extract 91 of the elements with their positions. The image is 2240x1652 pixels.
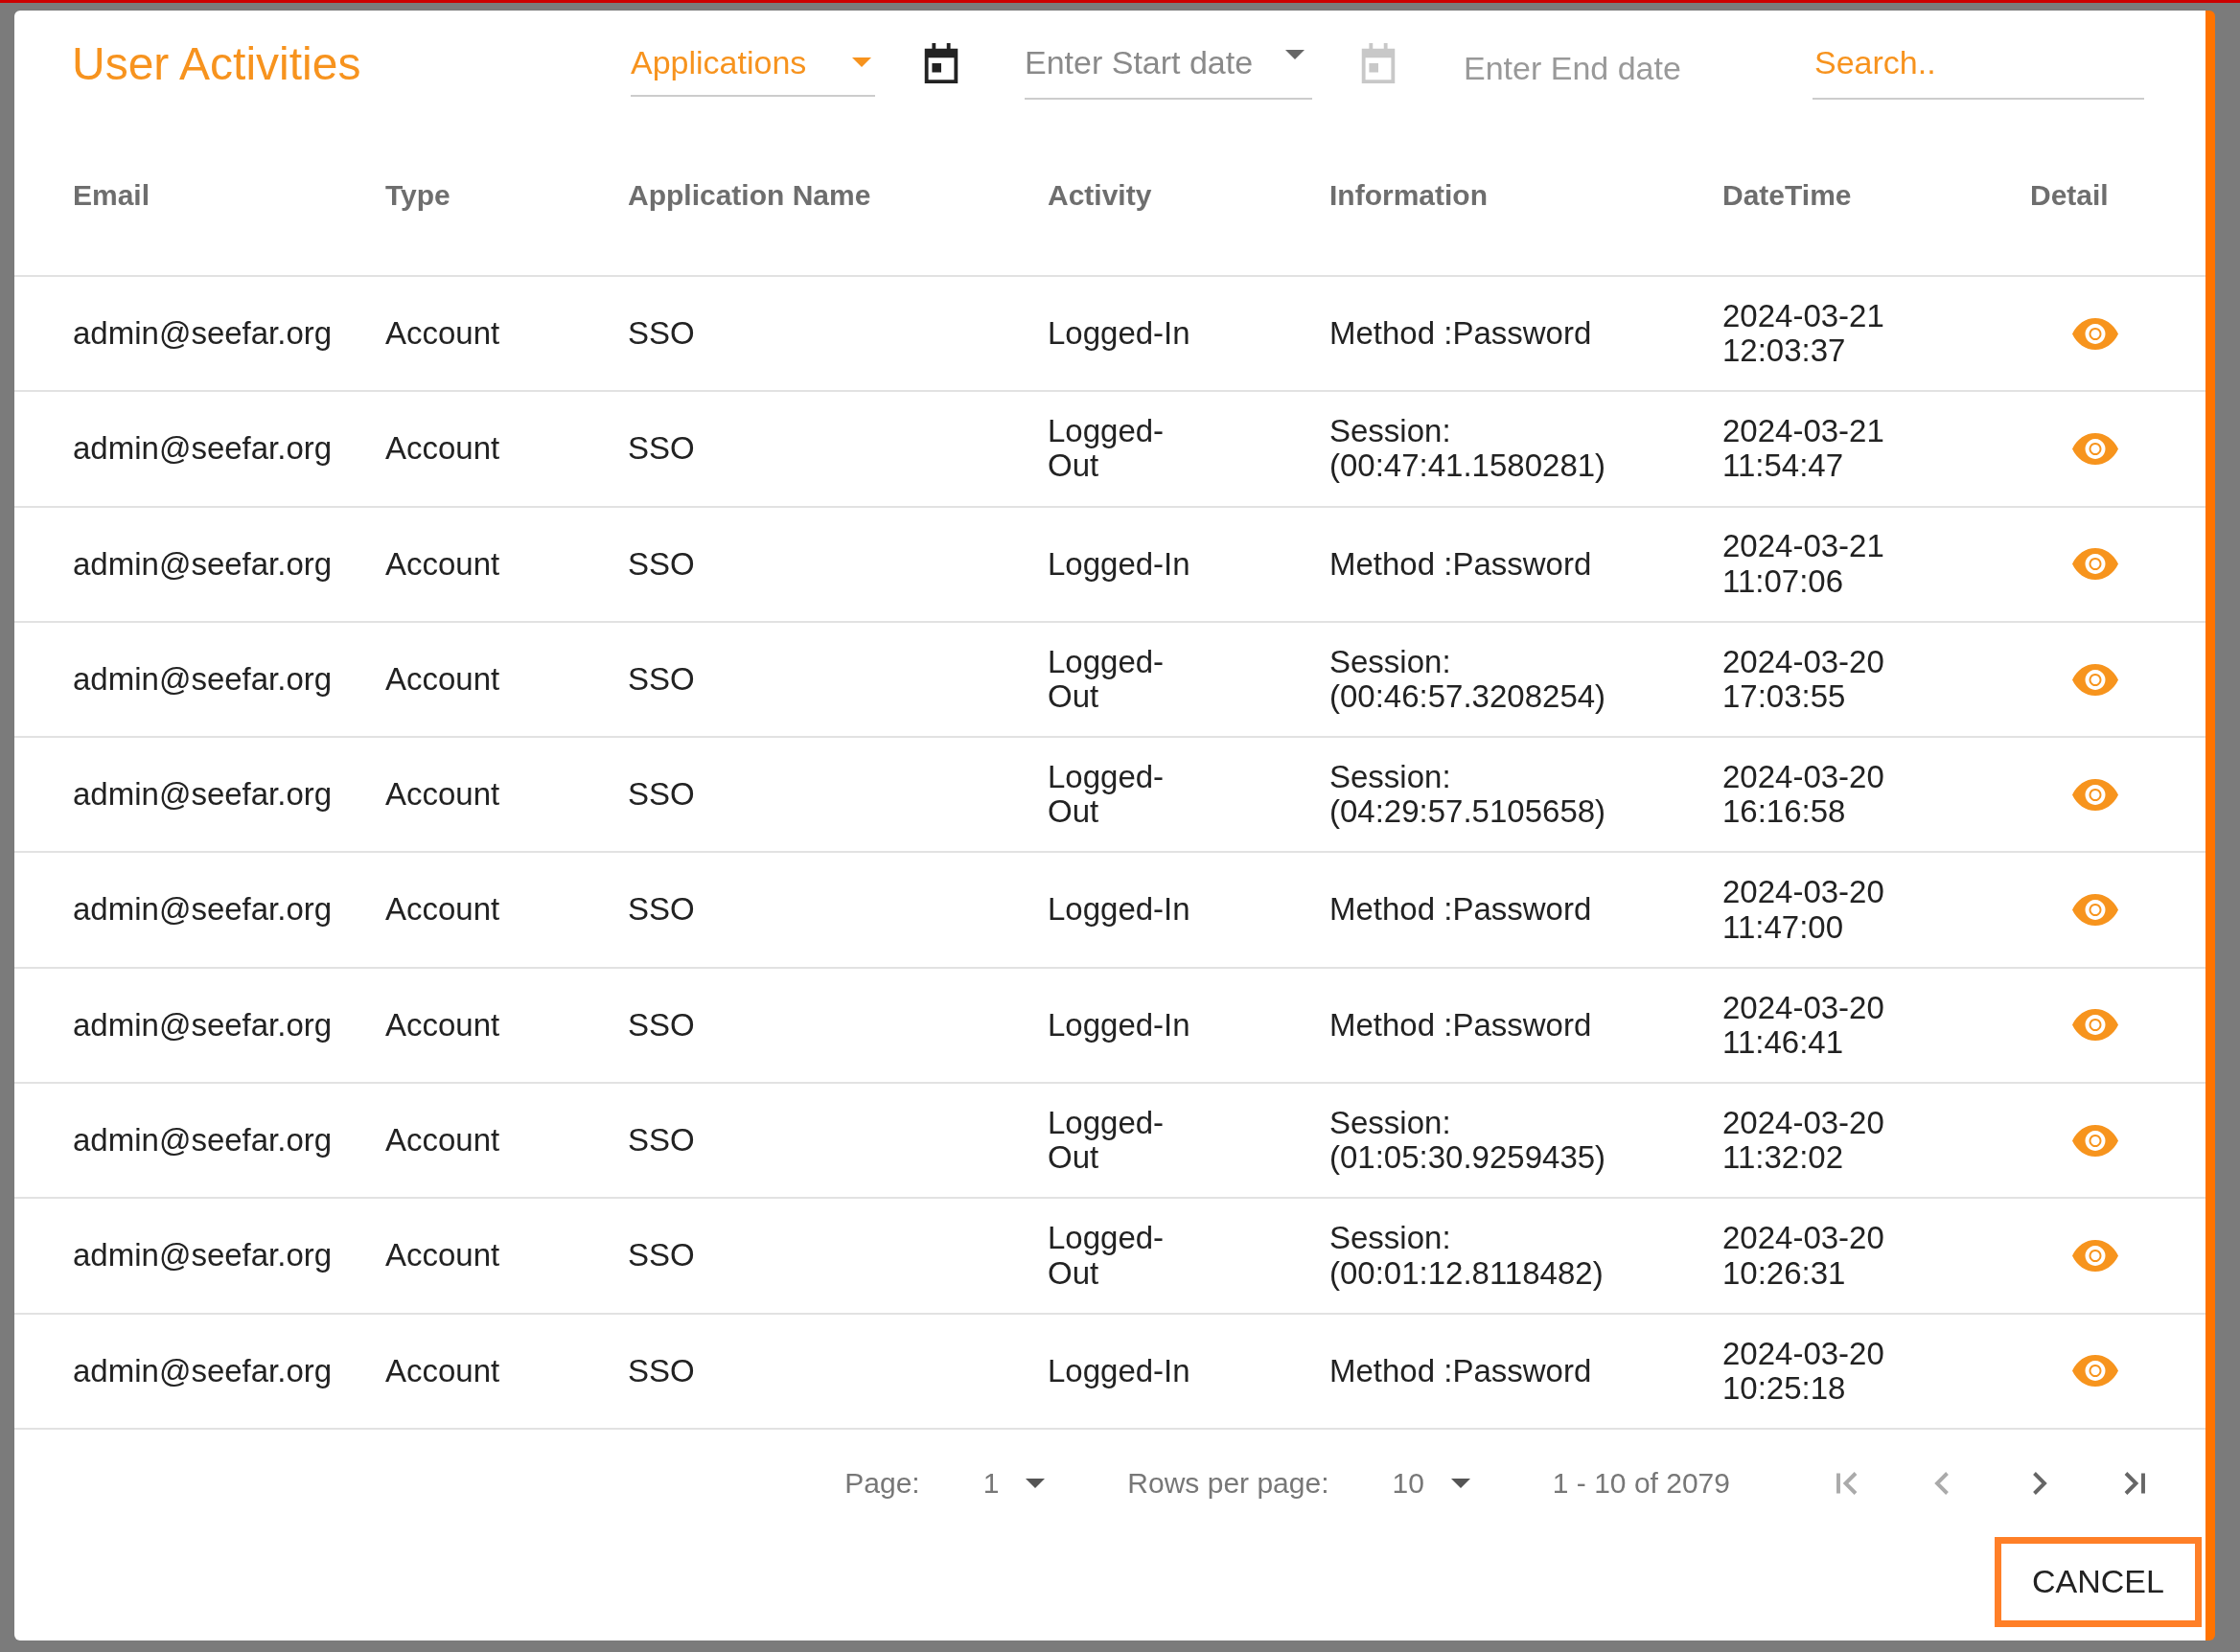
column-header: Detail bbox=[2030, 179, 2110, 212]
table-cell-text: Method :Password bbox=[1329, 316, 1593, 352]
rows-per-page-label: Rows per page: bbox=[1127, 1466, 1329, 1500]
eye-icon[interactable] bbox=[2072, 1355, 2118, 1388]
page-range: 1 - 10 of 2079 bbox=[1552, 1466, 1730, 1500]
table-cell-text: admin@seefar.org bbox=[73, 431, 334, 467]
caret-icon bbox=[852, 57, 871, 67]
table-cell-text: SSO bbox=[628, 892, 696, 928]
column-header: DateTime bbox=[1722, 179, 1853, 212]
table-cell-text: admin@seefar.org bbox=[73, 546, 334, 582]
table-cell-text: 2024-03-20 10:26:31 bbox=[1722, 1221, 1885, 1291]
table-cell-text: 2024-03-21 11:54:47 bbox=[1722, 414, 1885, 484]
table-cell-text: admin@seefar.org bbox=[73, 892, 334, 928]
application-select[interactable]: Applications bbox=[631, 30, 875, 97]
cancel-button[interactable]: CANCEL bbox=[1995, 1536, 2202, 1627]
table-cell-text: 2024-03-20 10:25:18 bbox=[1722, 1336, 1885, 1407]
eye-icon[interactable] bbox=[2072, 1009, 2118, 1042]
table-cell-text: Session: (00:01:12.8118482) bbox=[1329, 1221, 1605, 1291]
page-select[interactable]: 1 bbox=[982, 1466, 1046, 1500]
table-cell-text: SSO bbox=[628, 777, 696, 813]
table-cell-text: SSO bbox=[628, 1353, 696, 1388]
table-cell-text: Account bbox=[385, 546, 501, 582]
table-cell-text: SSO bbox=[628, 1123, 696, 1159]
table-cell-text: Method :Password bbox=[1329, 546, 1593, 582]
table-cell-text: Logged-Out bbox=[1048, 644, 1166, 715]
table-cell-text: Session: (01:05:30.9259435) bbox=[1329, 1105, 1607, 1176]
table-cell-text: Account bbox=[385, 1238, 501, 1273]
table-cell-text: Logged-In bbox=[1048, 1007, 1191, 1044]
table-cell-text: Session: (00:47:41.1580281) bbox=[1329, 414, 1607, 484]
table-cell-text: Account bbox=[385, 1123, 501, 1159]
column-header: Application Name bbox=[628, 179, 872, 212]
table-cell-text: SSO bbox=[628, 661, 696, 698]
search-field[interactable]: Search.. bbox=[1813, 27, 2144, 100]
table-cell-text: Logged-In bbox=[1048, 546, 1191, 582]
table-cell-text: SSO bbox=[628, 546, 696, 582]
start-date-field[interactable]: Enter Start date bbox=[1025, 27, 1312, 100]
table-cell-text: admin@seefar.org bbox=[73, 1353, 334, 1388]
table-cell-text: Session: (00:46:57.3208254) bbox=[1329, 644, 1607, 715]
dialog-title: User Activities bbox=[72, 36, 362, 90]
table-cell-text: SSO bbox=[628, 431, 696, 467]
column-header: Email bbox=[73, 179, 151, 212]
table-cell-text: admin@seefar.org bbox=[73, 777, 334, 813]
eye-icon[interactable] bbox=[2072, 1240, 2118, 1272]
table-cell-text: admin@seefar.org bbox=[73, 661, 334, 698]
table-cell-text: admin@seefar.org bbox=[73, 1123, 334, 1159]
table-cell-text: Method :Password bbox=[1329, 892, 1593, 928]
table-cell-text: Account bbox=[385, 316, 501, 352]
table-cell-text: admin@seefar.org bbox=[73, 1007, 334, 1044]
eye-icon[interactable] bbox=[2072, 778, 2118, 811]
eye-icon[interactable] bbox=[2072, 663, 2118, 696]
table-cell-text: Account bbox=[385, 892, 501, 928]
column-header: Activity bbox=[1048, 179, 1153, 212]
column-header: Information bbox=[1329, 179, 1489, 212]
table-cell-text: Account bbox=[385, 661, 501, 698]
caret-icon bbox=[1450, 1478, 1470, 1488]
table-cell-text: 2024-03-20 17:03:55 bbox=[1722, 644, 1885, 715]
table-cell-text: admin@seefar.org bbox=[73, 316, 334, 352]
table-cell-text: 2024-03-20 16:16:58 bbox=[1722, 760, 1885, 830]
eye-icon[interactable] bbox=[2072, 432, 2118, 465]
table-cell-text: Logged-In bbox=[1048, 316, 1191, 352]
table-cell-text: Logged-Out bbox=[1048, 414, 1166, 484]
table-cell-text: Logged-Out bbox=[1048, 1221, 1166, 1291]
table-cell-text: Account bbox=[385, 431, 501, 467]
eye-icon[interactable] bbox=[2072, 1124, 2118, 1157]
table-cell-text: Logged-Out bbox=[1048, 760, 1166, 830]
eye-icon[interactable] bbox=[2072, 317, 2118, 350]
rows-per-page-select[interactable]: 10 bbox=[1392, 1466, 1470, 1500]
table-cell-text: 2024-03-21 12:03:37 bbox=[1722, 298, 1885, 369]
table-cell-text: admin@seefar.org bbox=[73, 1238, 334, 1273]
table-cell-text: SSO bbox=[628, 316, 696, 352]
column-header: Type bbox=[385, 179, 451, 212]
table-cell-text: Account bbox=[385, 777, 501, 813]
table-cell-text: Session: (04:29:57.5105658) bbox=[1329, 760, 1607, 830]
table-cell-text: SSO bbox=[628, 1238, 696, 1273]
caret-icon bbox=[1026, 1478, 1046, 1488]
table-cell-text: Method :Password bbox=[1329, 1007, 1593, 1044]
page-label: Page: bbox=[844, 1466, 920, 1500]
caret-icon bbox=[1285, 50, 1305, 59]
table-cell-text: Logged-In bbox=[1048, 892, 1191, 928]
table-cell-text: Logged-In bbox=[1048, 1353, 1191, 1388]
table-cell-text: Account bbox=[385, 1007, 501, 1044]
table-cell-text: SSO bbox=[628, 1007, 696, 1044]
table-cell-text: Logged-Out bbox=[1048, 1105, 1166, 1176]
eye-icon[interactable] bbox=[2072, 894, 2118, 927]
eye-icon[interactable] bbox=[2072, 548, 2118, 581]
table-cell-text: 2024-03-20 11:32:02 bbox=[1722, 1105, 1885, 1176]
table-cell-text: 2024-03-20 11:47:00 bbox=[1722, 875, 1885, 945]
table-cell-text: Account bbox=[385, 1353, 501, 1388]
table-cell-text: 2024-03-21 11:07:06 bbox=[1722, 529, 1885, 600]
table-cell-text: Method :Password bbox=[1329, 1353, 1593, 1388]
table-cell-text: 2024-03-20 11:46:41 bbox=[1722, 990, 1885, 1061]
